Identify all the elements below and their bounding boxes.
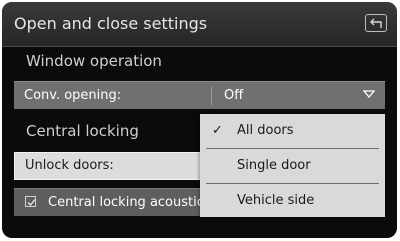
header-bar: Open and close settings [2, 2, 397, 47]
conv-opening-row[interactable]: Conv. opening: Off [14, 81, 385, 109]
acoustic-checkbox[interactable] [25, 196, 36, 207]
page-title: Open and close settings [14, 14, 208, 33]
acoustic-label: Central locking acoustic [48, 195, 202, 210]
option-label: All doors [237, 123, 294, 138]
chevron-down-icon[interactable] [363, 90, 375, 99]
selected-check-icon: ✓ [212, 123, 223, 138]
section-heading-window-operation: Window operation [26, 52, 162, 70]
option-vehicle-side[interactable]: Vehicle side [200, 184, 385, 218]
conv-opening-label: Conv. opening: [24, 88, 122, 103]
checkmark-icon [27, 199, 36, 206]
unlock-doors-label: Unlock doors: [25, 158, 114, 173]
row-divider [211, 87, 212, 105]
back-arrow-icon [370, 18, 382, 28]
settings-screen: Open and close settings Window operation… [2, 2, 397, 238]
section-heading-central-locking: Central locking [26, 122, 139, 140]
option-all-doors[interactable]: ✓ All doors [200, 114, 385, 148]
option-label: Vehicle side [237, 193, 315, 208]
back-button[interactable] [365, 14, 387, 32]
unlock-doors-dropdown: ✓ All doors Single door Vehicle side [200, 114, 385, 217]
unlock-doors-row[interactable]: Unlock doors: [14, 152, 202, 180]
option-label: Single door [237, 158, 311, 173]
central-locking-acoustic-row[interactable]: Central locking acoustic [14, 188, 202, 216]
conv-opening-value: Off [224, 88, 244, 103]
option-single-door[interactable]: Single door [200, 149, 385, 183]
